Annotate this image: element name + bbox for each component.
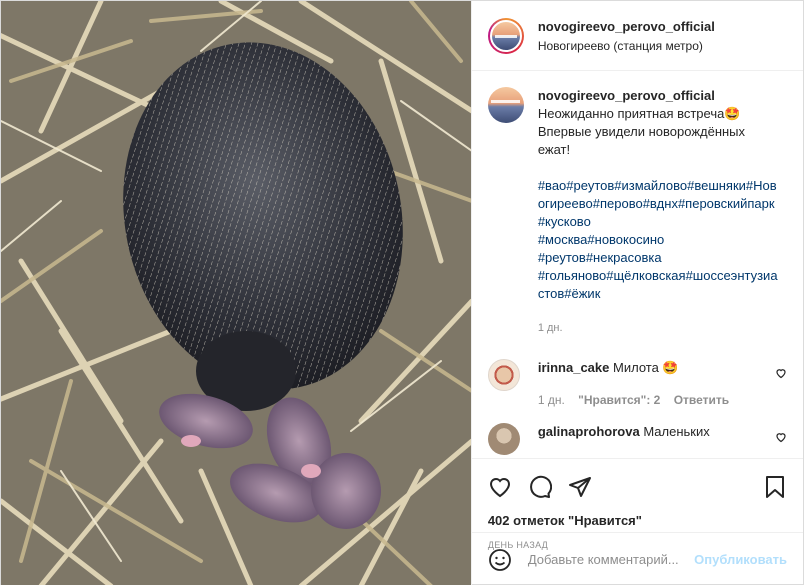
comment-item: irinna_cake Милота 🤩 1 дн. "Нравится": 2… <box>487 359 787 409</box>
publish-button[interactable]: Опубликовать <box>694 552 787 567</box>
post-actions: 402 отметок "Нравится" ДЕНЬ НАЗАД Добавь… <box>471 458 803 585</box>
likes-count[interactable]: 402 отметок "Нравится" <box>488 513 787 528</box>
heart-icon[interactable] <box>488 475 512 499</box>
comment-username[interactable]: irinna_cake <box>538 360 610 375</box>
post-photo[interactable] <box>1 1 471 585</box>
comment-text: Маленьких <box>643 424 710 439</box>
comment-input[interactable]: Добавьте комментарий... <box>528 552 694 567</box>
commenter-avatar[interactable] <box>487 423 520 455</box>
reply-button[interactable]: Ответить <box>674 393 729 407</box>
header-location[interactable]: Новогиреево (станция метро) <box>538 39 715 53</box>
caption-hashtags[interactable]: #вао#реутов#измайлово#вешняки#Новогиреев… <box>538 177 778 303</box>
header-username[interactable]: novogireevo_perovo_official <box>538 19 715 34</box>
avatar[interactable] <box>487 17 524 54</box>
caption-username[interactable]: novogireevo_perovo_official <box>538 87 778 105</box>
comment-likes[interactable]: "Нравится": 2 <box>578 393 660 407</box>
bookmark-icon[interactable] <box>763 475 787 499</box>
comments-section: novogireevo_perovo_official Неожиданно п… <box>472 71 803 458</box>
small-heart-icon[interactable] <box>775 367 787 379</box>
caption-text: Неожиданно приятная встреча🤩 Впервые уви… <box>537 106 746 157</box>
hedgehog-photo <box>1 1 471 585</box>
post-caption: novogireevo_perovo_official Неожиданно п… <box>487 87 787 337</box>
add-comment-bar: Добавьте комментарий... Опубликовать <box>471 532 803 585</box>
caption-time[interactable]: 1 дн. <box>538 319 778 337</box>
post-header: novogireevo_perovo_official Новогиреево … <box>471 1 803 71</box>
caption-avatar[interactable] <box>487 87 524 123</box>
comment-username[interactable]: galinaprohorova <box>538 424 640 439</box>
small-heart-icon[interactable] <box>775 431 787 443</box>
comment-icon[interactable] <box>528 475 552 499</box>
share-icon[interactable] <box>568 475 592 499</box>
commenter-avatar[interactable] <box>487 359 520 391</box>
comment-text: Милота 🤩 <box>613 360 679 375</box>
comment-time[interactable]: 1 дн. <box>538 393 565 407</box>
emoji-icon[interactable] <box>488 548 512 572</box>
comment-item: galinaprohorova Маленьких <box>487 423 787 455</box>
post-sidebar: novogireevo_perovo_official Новогиреево … <box>470 1 803 585</box>
post-modal: novogireevo_perovo_official Новогиреево … <box>0 0 804 585</box>
